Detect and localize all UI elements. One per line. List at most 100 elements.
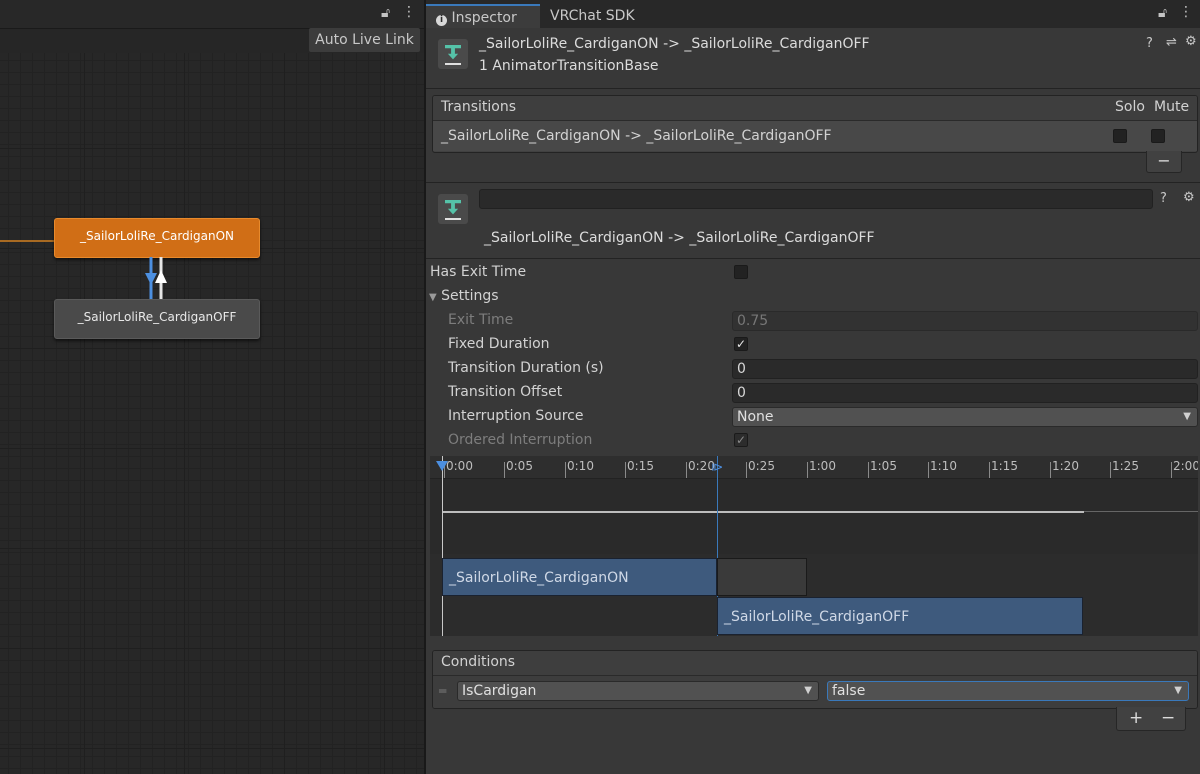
destination-clip-bar[interactable]: _SailorLoliRe_CardiganOFF (717, 597, 1083, 635)
chevron-down-icon: ▼ (804, 685, 812, 696)
info-icon: i (436, 15, 447, 26)
mute-column-label: Mute (1154, 99, 1190, 115)
tick-label: 0:00 (446, 459, 473, 473)
tick-label: 2:00 (1173, 459, 1198, 473)
settings-label: Settings (441, 288, 499, 304)
state-node-cardigan-off[interactable]: _SailorLoliRe_CardiganOFF (54, 299, 260, 339)
exit-time-field: 0.75 (732, 311, 1198, 331)
condition-row: ═ IsCardigan ▼ false ▼ (433, 676, 1197, 708)
condition-value-dropdown[interactable]: false ▼ (827, 681, 1189, 701)
gear-icon[interactable]: ⚙ (1183, 190, 1195, 205)
tab-bar: i Inspector VRChat SDK 🔓︎ ⋮ (426, 0, 1200, 28)
kebab-menu-icon[interactable]: ⋮ (1179, 4, 1193, 20)
arrow-down-icon (145, 273, 157, 285)
fixed-duration-checkbox[interactable]: ✓ (734, 337, 748, 351)
timeline-curve-track (430, 479, 1198, 554)
divider (426, 182, 1200, 183)
transition-duration-field[interactable]: 0 (732, 359, 1198, 379)
has-exit-time-checkbox[interactable] (734, 265, 748, 279)
divider (426, 88, 1200, 89)
incoming-transition-line[interactable] (0, 240, 54, 242)
mute-checkbox[interactable] (1151, 129, 1165, 143)
transitions-header-label: Transitions (441, 99, 516, 115)
animator-panel: 🔓︎ ⋮ Auto Live Link _SailorLoliRe_Cardig… (0, 0, 424, 774)
tick (565, 462, 566, 478)
tick (746, 462, 747, 478)
inspector-subtitle: 1 AnimatorTransitionBase (479, 58, 659, 74)
preset-icon[interactable]: ⇌ (1166, 35, 1177, 50)
solo-checkbox[interactable] (1113, 129, 1127, 143)
settings-foldout[interactable]: ▼ Settings (429, 288, 499, 304)
transition-icon (438, 194, 468, 224)
chevron-down-icon: ▼ (1174, 685, 1182, 696)
transition-name-field[interactable] (479, 189, 1153, 209)
transition-arrows[interactable] (143, 257, 169, 299)
tick (989, 462, 990, 478)
gear-icon[interactable]: ⚙ (1185, 34, 1197, 49)
lock-icon[interactable]: 🔓︎ (381, 5, 390, 21)
transition-row[interactable]: _SailorLoliRe_CardiganON -> _SailorLoliR… (433, 121, 1197, 151)
auto-live-link-button[interactable]: Auto Live Link (309, 28, 420, 52)
tab-inspector-label: Inspector (451, 10, 517, 26)
solo-column-label: Solo (1115, 99, 1145, 115)
playhead-line[interactable] (442, 456, 443, 636)
tab-vrchat-sdk[interactable]: VRChat SDK (540, 4, 645, 28)
weight-curve-tail (1084, 511, 1198, 512)
remove-transition-button[interactable]: − (1146, 151, 1182, 173)
tick (504, 462, 505, 478)
exit-time-label: Exit Time (448, 312, 514, 328)
transition-timeline[interactable]: 0:00 0:05 0:10 0:15 0:20 0:25 1:00 1:05 … (430, 456, 1198, 636)
conditions-header: Conditions (433, 651, 1197, 676)
tick-label: 0:10 (567, 459, 594, 473)
add-condition-button[interactable]: + (1129, 708, 1143, 728)
transition-row-label: _SailorLoliRe_CardiganON -> _SailorLoliR… (441, 128, 832, 144)
tab-inspector[interactable]: i Inspector (426, 4, 540, 28)
drag-handle-icon[interactable]: ═ (439, 684, 446, 698)
transition-title: _SailorLoliRe_CardiganON -> _SailorLoliR… (484, 230, 875, 246)
kebab-menu-icon[interactable]: ⋮ (402, 4, 416, 20)
tick-label: 1:10 (930, 459, 957, 473)
tick (625, 462, 626, 478)
interruption-source-value: None (737, 409, 774, 425)
interruption-source-label: Interruption Source (448, 408, 584, 424)
tick-label: 0:25 (748, 459, 775, 473)
transitions-list: Transitions Solo Mute _SailorLoliRe_Card… (432, 95, 1198, 153)
tick (1050, 462, 1051, 478)
has-exit-time-label: Has Exit Time (430, 264, 527, 280)
condition-parameter-dropdown[interactable]: IsCardigan ▼ (457, 681, 819, 701)
tick-label: 0:05 (506, 459, 533, 473)
condition-footer: + − (1116, 707, 1186, 731)
animator-toolbar: 🔓︎ ⋮ (0, 0, 424, 29)
condition-parameter-value: IsCardigan (462, 683, 537, 699)
weight-curve (442, 511, 1084, 513)
tick (1171, 462, 1172, 478)
divider (426, 258, 1200, 259)
transition-offset-field[interactable]: 0 (732, 383, 1198, 403)
ordered-interruption-label: Ordered Interruption (448, 432, 593, 448)
fixed-duration-label: Fixed Duration (448, 336, 550, 352)
chevron-down-icon: ▼ (1183, 411, 1191, 422)
state-node-cardigan-on[interactable]: _SailorLoliRe_CardiganON (54, 218, 260, 258)
remove-condition-button[interactable]: − (1161, 708, 1175, 728)
tick (686, 462, 687, 478)
interruption-source-dropdown[interactable]: None ▼ (732, 407, 1198, 427)
transition-end-marker-icon[interactable]: ⧐ (711, 461, 723, 473)
source-clip-bar[interactable]: _SailorLoliRe_CardiganON (442, 558, 717, 596)
chevron-down-icon: ▼ (429, 292, 437, 303)
source-clip-remainder (717, 558, 807, 596)
tick (868, 462, 869, 478)
inspector-panel: i Inspector VRChat SDK 🔓︎ ⋮ _SailorLoliR… (424, 0, 1200, 774)
tick-label: 1:00 (809, 459, 836, 473)
timeline-ruler[interactable]: 0:00 0:05 0:10 0:15 0:20 0:25 1:00 1:05 … (430, 456, 1198, 479)
transition-icon (438, 39, 468, 69)
animator-graph-canvas[interactable] (0, 53, 424, 774)
transition-duration-label: Transition Duration (s) (448, 360, 604, 376)
condition-value-value: false (832, 683, 866, 699)
lock-icon[interactable]: 🔓︎ (1158, 5, 1167, 21)
help-icon[interactable]: ? (1146, 36, 1153, 51)
transitions-header: Transitions Solo Mute (433, 96, 1197, 121)
tick-label: 1:20 (1052, 459, 1079, 473)
inspector-title: _SailorLoliRe_CardiganON -> _SailorLoliR… (479, 36, 870, 52)
conditions-list: Conditions ═ IsCardigan ▼ false ▼ (432, 650, 1198, 709)
help-icon[interactable]: ? (1160, 191, 1167, 206)
